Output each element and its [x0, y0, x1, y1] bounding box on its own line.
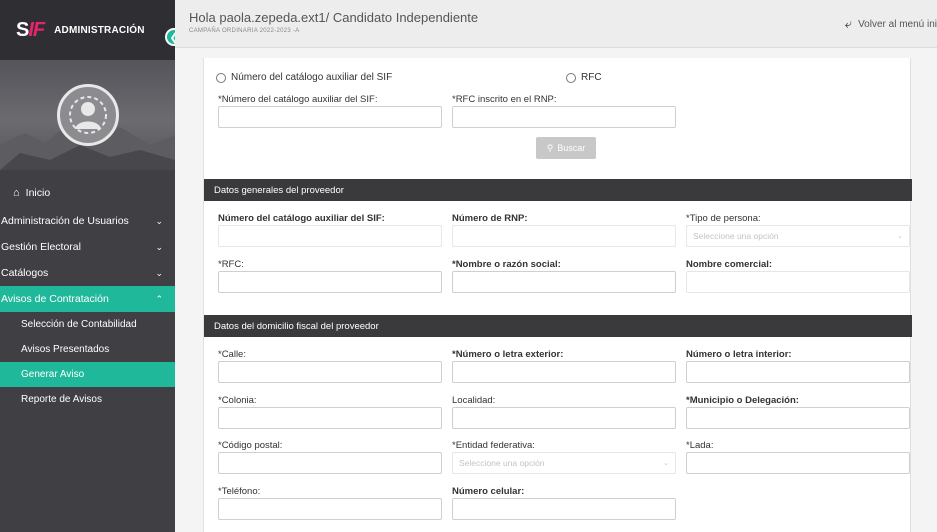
catalog-search-input[interactable] — [218, 106, 442, 128]
person-type-select[interactable]: Seleccione una opción ⌄ — [686, 225, 910, 247]
app-window: S IF ADMINISTRACIÓN ❮ ⌂ Inicio Administr… — [0, 0, 937, 532]
back-arrow-icon: ⤶ — [844, 16, 853, 31]
sidebar-item-catalogos[interactable]: Catálogos ⌄ — [0, 260, 175, 286]
form-panel: Número del catálogo auxiliar del SIF RFC… — [203, 58, 912, 532]
colonia-label: *Colonia: — [218, 395, 257, 406]
campaign-label: CAMPAÑA ORDINARIA 2022-2023 -A — [189, 28, 300, 34]
back-to-menu-link[interactable]: ⤶ Volver al menú ini — [845, 16, 937, 32]
person-type-placeholder: Seleccione una opción — [693, 231, 779, 241]
sidebar: S IF ADMINISTRACIÓN ❮ ⌂ Inicio Administr… — [0, 0, 183, 532]
business-name-label: *Nombre o razón social: — [452, 259, 561, 270]
sidebar-item-administracion-usuarios[interactable]: Administración de Usuarios ⌄ — [0, 208, 175, 234]
brand-label: ADMINISTRACIÓN — [54, 24, 145, 36]
chevron-down-icon: ⌄ — [155, 241, 163, 252]
section-address-header: Datos del domicilio fiscal del proveedor — [204, 315, 912, 337]
sidebar-item-inicio[interactable]: ⌂ Inicio — [0, 178, 175, 208]
sidebar-item-label: Catálogos — [1, 267, 49, 279]
localidad-input[interactable] — [452, 407, 676, 429]
municipio-input[interactable] — [686, 407, 910, 429]
rnp-number-input[interactable] — [452, 225, 676, 247]
street-label: *Calle: — [218, 349, 246, 360]
state-placeholder: Seleccione una opción — [459, 458, 545, 468]
catalog-search-label: *Número del catálogo auxiliar del SIF: — [218, 94, 378, 105]
commercial-name-label: Nombre comercial: — [686, 259, 773, 270]
radio-option-catalog[interactable]: Número del catálogo auxiliar del SIF — [216, 72, 392, 83]
search-icon: ⚲ — [546, 142, 554, 153]
sidebar-item-avisos-contratacion[interactable]: Avisos de Contratación ⌃ — [0, 286, 175, 312]
int-number-label: Número o letra interior: — [686, 349, 792, 360]
lada-input[interactable] — [686, 452, 910, 474]
search-button[interactable]: ⚲ Buscar — [536, 137, 596, 159]
sidebar-item-label: Administración de Usuarios — [1, 215, 129, 227]
state-select[interactable]: Seleccione una opción ⌄ — [452, 452, 676, 474]
radio-label: RFC — [581, 72, 602, 83]
sidebar-item-label: Avisos de Contratación — [1, 293, 109, 305]
sidebar-nav: ⌂ Inicio Administración de Usuarios ⌄ Ge… — [0, 178, 175, 412]
radio-label: Número del catálogo auxiliar del SIF — [231, 72, 393, 83]
radio-button[interactable] — [216, 72, 226, 83]
street-input[interactable] — [218, 361, 442, 383]
radio-button[interactable] — [566, 72, 576, 83]
home-icon: ⌂ — [13, 187, 20, 199]
localidad-label: Localidad: — [452, 395, 496, 406]
general-catalog-label: Número del catálogo auxiliar del SIF: — [218, 213, 385, 224]
colonia-input[interactable] — [218, 407, 442, 429]
business-name-input[interactable] — [452, 271, 676, 293]
lada-label: *Lada: — [686, 440, 714, 451]
rfc-input[interactable] — [218, 271, 442, 293]
person-type-label: *Tipo de persona: — [686, 213, 761, 224]
sidebar-subitem-generar-aviso[interactable]: Generar Aviso — [0, 362, 175, 387]
state-label: *Entidad federativa: — [452, 440, 535, 451]
commercial-name-input[interactable] — [686, 271, 910, 293]
back-link-label: Volver al menú ini — [858, 18, 937, 30]
sidebar-item-label: Inicio — [25, 187, 51, 199]
chevron-down-icon: ⌄ — [897, 233, 903, 240]
sidebar-subitem-seleccion-contabilidad[interactable]: Selección de Contabilidad — [0, 312, 175, 337]
search-button-label: Buscar — [557, 143, 586, 153]
mobile-input[interactable] — [452, 498, 676, 520]
sidebar-subitem-reporte-avisos[interactable]: Reporte de Avisos — [0, 387, 175, 412]
rfc-rnp-input[interactable] — [452, 106, 676, 128]
profile-banner — [0, 60, 175, 170]
sif-logo: S IF — [16, 18, 45, 41]
chevron-down-icon: ⌄ — [155, 267, 163, 278]
avatar[interactable] — [56, 84, 119, 146]
main-content: Número del catálogo auxiliar del SIF RFC… — [175, 48, 937, 532]
ext-number-input[interactable] — [452, 361, 676, 383]
sidebar-item-gestion-electoral[interactable]: Gestión Electoral ⌄ — [0, 234, 175, 260]
rfc-rnp-label: *RFC inscrito en el RNP: — [452, 94, 557, 105]
rnp-number-label: Número de RNP: — [452, 213, 528, 224]
int-number-input[interactable] — [686, 361, 910, 383]
user-greeting: Hola paola.zepeda.ext1/ Candidato Indepe… — [189, 10, 479, 25]
chevron-up-icon: ⌃ — [155, 293, 163, 304]
postal-code-input[interactable] — [218, 452, 442, 474]
sidebar-item-label: Gestión Electoral — [1, 241, 81, 253]
brand-header: S IF ADMINISTRACIÓN ❮ — [0, 0, 183, 60]
chevron-down-icon: ⌄ — [155, 215, 163, 226]
general-catalog-input[interactable] — [218, 225, 442, 247]
municipio-label: *Municipio o Delegación: — [686, 395, 799, 406]
ext-number-label: *Número o letra exterior: — [452, 349, 564, 360]
mobile-label: Número celular: — [452, 486, 525, 497]
radio-option-rfc[interactable]: RFC — [566, 72, 602, 83]
phone-input[interactable] — [218, 498, 442, 520]
top-header: Hola paola.zepeda.ext1/ Candidato Indepe… — [175, 0, 937, 48]
chevron-down-icon: ⌄ — [663, 460, 669, 467]
section-general-header: Datos generales del proveedor — [204, 179, 912, 201]
user-icon — [68, 96, 107, 134]
postal-code-label: *Código postal: — [218, 440, 283, 451]
rfc-label: *RFC: — [218, 259, 244, 270]
phone-label: *Teléfono: — [218, 486, 261, 497]
sidebar-subitem-avisos-presentados[interactable]: Avisos Presentados — [0, 337, 175, 362]
